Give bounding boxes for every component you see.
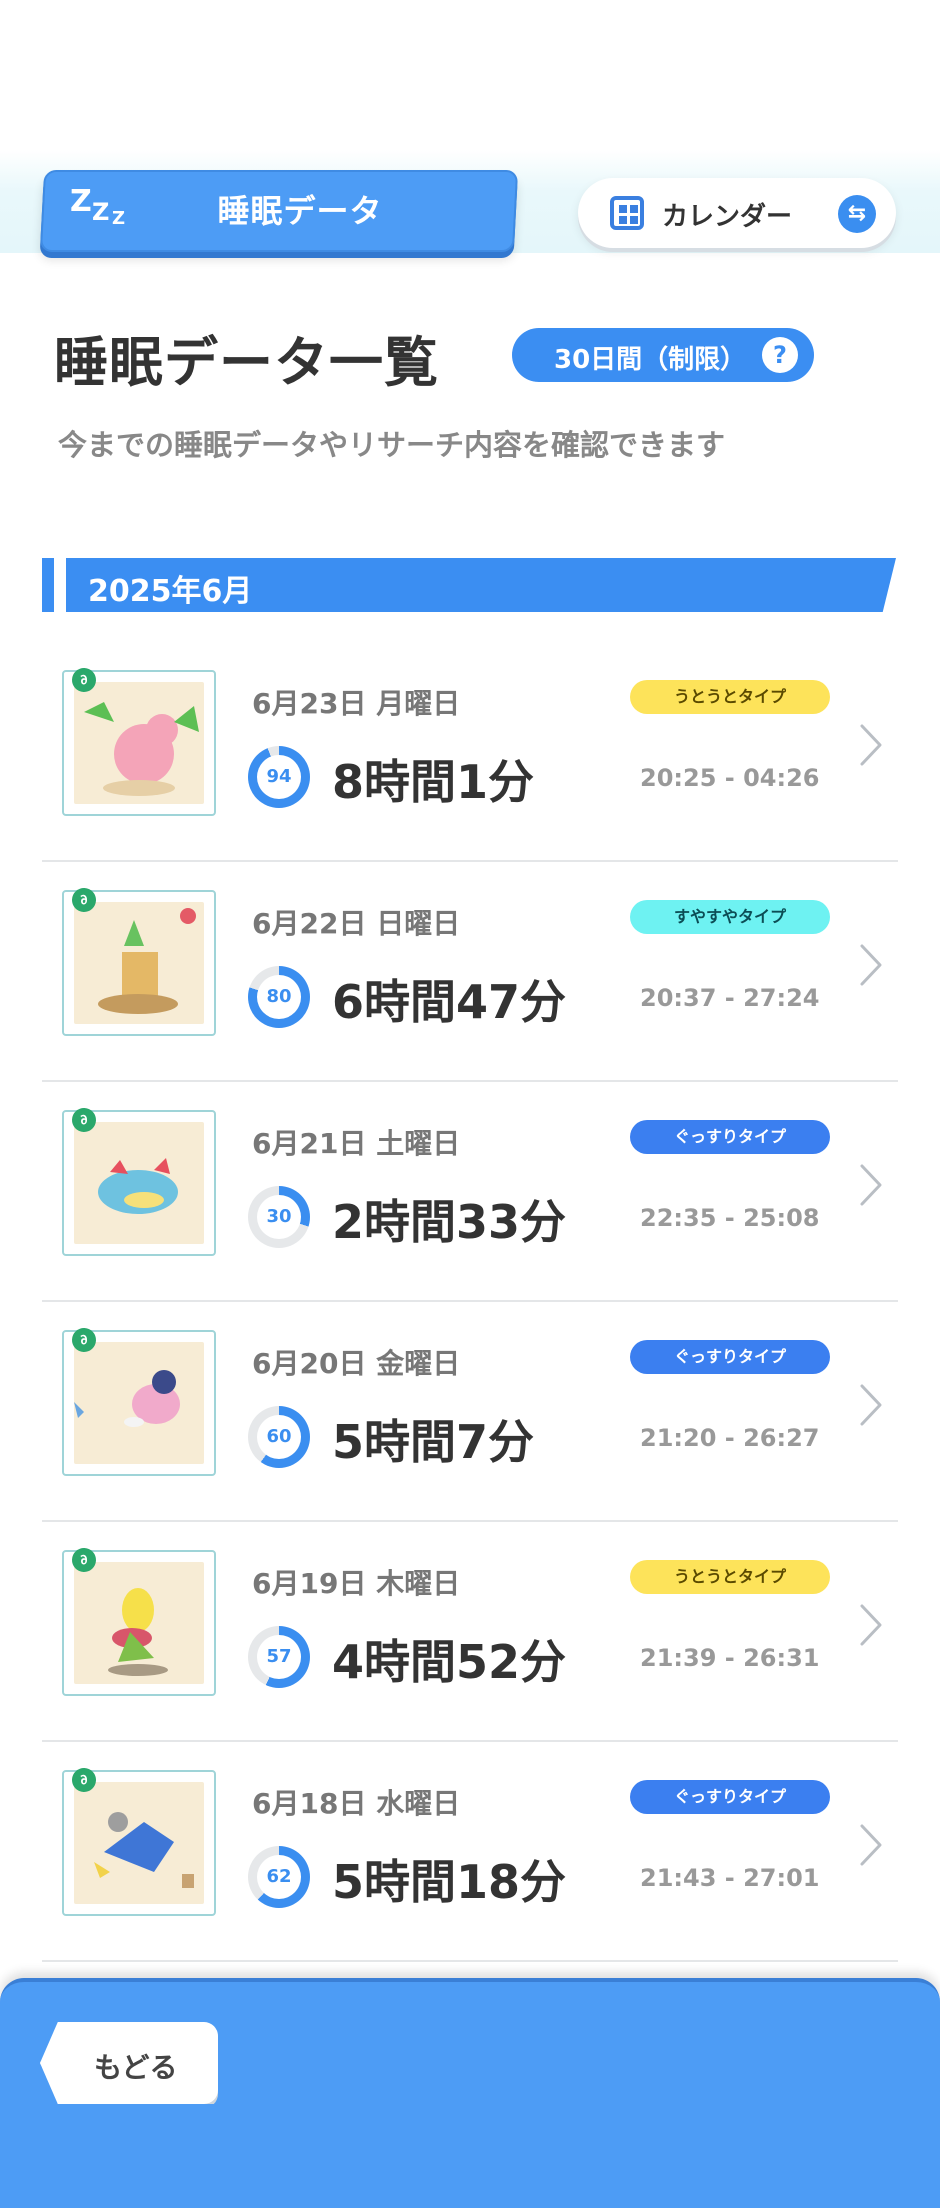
sleep-duration: 6時間47分 <box>332 975 567 1029</box>
page-subtitle: 今までの睡眠データやリサーチ内容を確認できます <box>58 428 726 462</box>
sleep-score-ring: 57 <box>248 1626 310 1688</box>
calendar-icon <box>610 196 644 230</box>
pokemon-illustration <box>74 1370 180 1427</box>
sleep-thumbnail: ∂ <box>62 1764 216 1916</box>
row-divider <box>42 1960 898 1962</box>
sleep-thumbnail-image <box>74 1342 204 1464</box>
entry-date: 6月22日 日曜日 <box>252 907 461 940</box>
sleep-score-value: 60 <box>257 1415 301 1459</box>
sleep-score-ring: 62 <box>248 1846 310 1908</box>
entry-date: 6月23日 月曜日 <box>252 687 461 720</box>
sleep-entry-row[interactable]: ∂ 6月23日 月曜日 うとうとタイプ 94 8時間1分 20:25 - 04:… <box>42 642 898 862</box>
month-band-mark <box>42 558 54 612</box>
back-label: もどる <box>94 2051 178 2084</box>
sleep-entry-row[interactable]: ∂ 6月20日 金曜日 ぐっすりタイプ 60 5時間7分 21:20 - 26:… <box>42 1302 898 1522</box>
sleep-data-screen: ZZZ 睡眠データ カレンダー ⇆ 睡眠データ一覧 30日間（制限） ? 今まで… <box>0 0 940 2208</box>
sleep-entry-row[interactable]: ∂ 6月19日 木曜日 うとうとタイプ 57 4時間52分 21:39 - 26… <box>42 1522 898 1742</box>
sleep-score-value: 30 <box>257 1195 301 1239</box>
sleep-score-ring: 30 <box>248 1186 310 1248</box>
entry-date: 6月19日 木曜日 <box>252 1567 461 1600</box>
page-title: 睡眠データ一覧 <box>54 331 439 394</box>
month-label: 2025年6月 <box>88 574 253 609</box>
sleep-duration: 2時間33分 <box>332 1195 567 1249</box>
sleep-thumbnail: ∂ <box>62 1324 216 1476</box>
pokemon-illustration <box>84 702 199 796</box>
sleep-time-range: 20:25 - 04:26 <box>640 764 820 792</box>
sleep-time-range: 21:39 - 26:31 <box>640 1644 820 1672</box>
sleep-duration: 8時間1分 <box>332 755 535 809</box>
sleep-thumbnail-image <box>74 1782 204 1904</box>
sleep-type-badge: すやすやタイプ <box>630 900 830 934</box>
sleep-duration: 5時間18分 <box>332 1855 567 1909</box>
pokemon-illustration <box>108 1588 168 1676</box>
sleep-score-ring: 60 <box>248 1406 310 1468</box>
pokemon-illustration <box>98 908 196 1014</box>
sleep-thumbnail: ∂ <box>62 1544 216 1696</box>
sleep-type-badge: うとうとタイプ <box>630 680 830 714</box>
zzz-icon: ZZZ <box>70 184 126 229</box>
pokemon-illustration <box>98 1158 178 1214</box>
sleep-thumbnail-image <box>74 1122 204 1244</box>
chevron-right-icon <box>860 724 882 766</box>
entry-date: 6月18日 水曜日 <box>252 1787 461 1820</box>
sleep-type-badge: ぐっすりタイプ <box>630 1120 830 1154</box>
chevron-right-icon <box>860 1824 882 1866</box>
sleep-time-range: 21:20 - 26:27 <box>640 1424 820 1452</box>
sleep-thumbnail: ∂ <box>62 884 216 1036</box>
sleep-entry-row[interactable]: ∂ 6月18日 水曜日 ぐっすりタイプ 62 5時間18分 21:43 - 27… <box>42 1742 898 1962</box>
period-badge: 30日間（制限） ? <box>512 328 814 382</box>
sleep-score-value: 62 <box>257 1855 301 1899</box>
sleep-entry-row[interactable]: ∂ 6月21日 土曜日 ぐっすりタイプ 30 2時間33分 22:35 - 25… <box>42 1082 898 1302</box>
back-button[interactable]: もどる <box>40 2022 218 2104</box>
sleep-thumbnail: ∂ <box>62 1104 216 1256</box>
entry-date: 6月20日 金曜日 <box>252 1347 461 1380</box>
sleep-type-badge: ぐっすりタイプ <box>630 1780 830 1814</box>
sleep-thumbnail: ∂ <box>62 664 216 816</box>
chevron-right-icon <box>860 1164 882 1206</box>
sleep-time-range: 22:35 - 25:08 <box>640 1204 820 1232</box>
sleep-time-range: 20:37 - 27:24 <box>640 984 820 1012</box>
sleep-score-ring: 80 <box>248 966 310 1028</box>
sleep-thumbnail-image <box>74 1562 204 1684</box>
pokemon-illustration <box>94 1812 194 1888</box>
screen-title: 睡眠データ <box>217 192 383 230</box>
sleep-duration: 5時間7分 <box>332 1415 535 1469</box>
sleep-score-value: 94 <box>257 755 301 799</box>
period-label: 30日間（制限） <box>554 345 747 375</box>
swap-icon: ⇆ <box>838 195 876 233</box>
help-icon[interactable]: ? <box>762 337 798 373</box>
sleep-type-badge: うとうとタイプ <box>630 1560 830 1594</box>
sleep-score-ring: 94 <box>248 746 310 808</box>
calendar-button[interactable]: カレンダー ⇆ <box>578 178 896 248</box>
sleep-score-value: 57 <box>257 1635 301 1679</box>
sleep-type-badge: ぐっすりタイプ <box>630 1340 830 1374</box>
sleep-thumbnail-image <box>74 682 204 804</box>
sleep-duration: 4時間52分 <box>332 1635 567 1689</box>
chevron-right-icon <box>860 1384 882 1426</box>
chevron-right-icon <box>860 944 882 986</box>
sleep-entry-row[interactable]: ∂ 6月22日 日曜日 すやすやタイプ 80 6時間47分 20:37 - 27… <box>42 862 898 1082</box>
sleep-time-range: 21:43 - 27:01 <box>640 1864 820 1892</box>
chevron-right-icon <box>860 1604 882 1646</box>
sleep-score-value: 80 <box>257 975 301 1019</box>
calendar-label: カレンダー <box>662 202 793 232</box>
sleep-thumbnail-image <box>74 902 204 1024</box>
entry-date: 6月21日 土曜日 <box>252 1127 461 1160</box>
